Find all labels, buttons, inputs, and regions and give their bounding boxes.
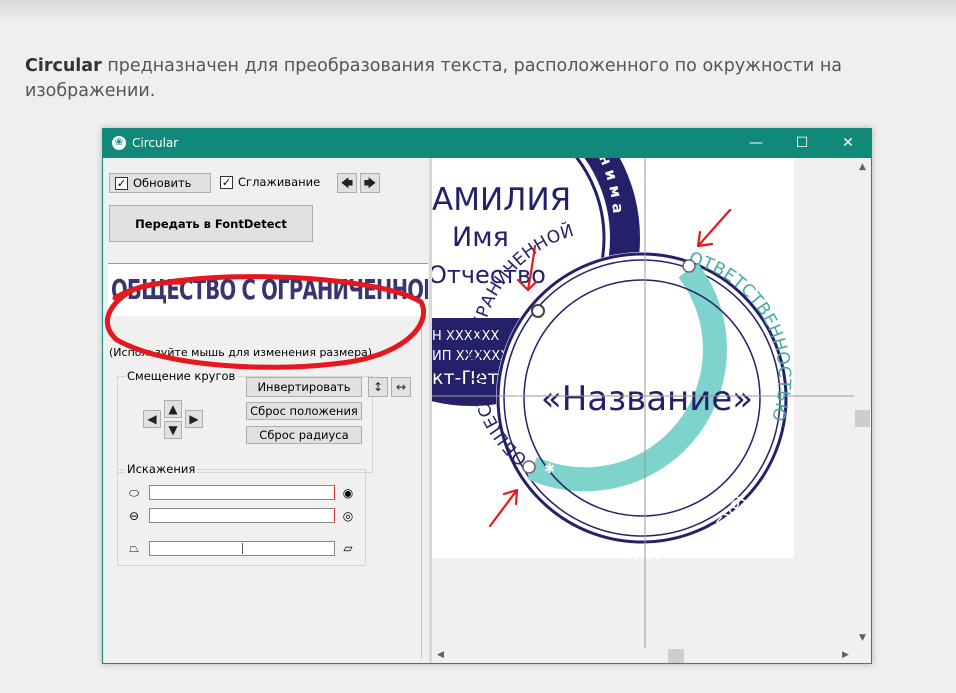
send-to-fontdetect-button[interactable]: Передать в FontDetect [109, 205, 313, 242]
window-title: Circular [132, 136, 179, 150]
horizontal-arrows-icon: ↔ [395, 380, 407, 394]
scroll-down-icon[interactable]: ▼ [854, 633, 871, 643]
minimize-button[interactable]: — [733, 129, 779, 158]
perspective-slider-tick [242, 543, 243, 554]
circle-ring-icon: ◎ [342, 509, 354, 523]
arrow-up-icon: ▲ [168, 402, 178, 416]
reset-radius-button[interactable]: Сброс радиуса [246, 426, 362, 444]
perspective-slider[interactable] [149, 541, 335, 556]
arc-handle-start[interactable] [522, 460, 536, 474]
intro-text: предназначен для преобразования текста, … [25, 56, 843, 101]
circle-offset-title: Смещение кругов [125, 369, 238, 383]
refresh-check-icon: ✓ [115, 176, 128, 190]
intro-paragraph: Circular предназначен для преобразования… [25, 54, 855, 104]
distortion-title: Искажения [125, 462, 198, 476]
circular-window: ❀ Circular — ☐ ✕ ✓ Обновить ✓ Сглаживание… [102, 128, 872, 664]
arrow-left-icon: ◀ [147, 412, 157, 426]
image-canvas[interactable]: АМИЛИЯ Имя Отчество п р и н и м а Н XXXX… [432, 158, 854, 648]
stamp-image: АМИЛИЯ Имя Отчество п р и н и м а Н XXXX… [432, 158, 854, 648]
scroll-right-icon[interactable]: ▶ [837, 650, 854, 660]
maximize-button[interactable]: ☐ [779, 129, 825, 158]
arrow-right-icon: ▶ [189, 412, 199, 426]
vertical-scroll-thumb[interactable] [855, 410, 870, 427]
title-bar[interactable]: ❀ Circular — ☐ ✕ [103, 129, 871, 158]
reset-position-button[interactable]: Сброс положения [246, 402, 362, 420]
vertical-scrollbar[interactable]: ▲ ▼ [854, 158, 871, 648]
refresh-label: Обновить [133, 176, 192, 190]
horizontal-scrollbar[interactable]: ◀ ▶ [432, 648, 854, 663]
refresh-checkbox[interactable]: ✓ Обновить [109, 173, 211, 193]
left-panel: ✓ Обновить ✓ Сглаживание 🡄 🡆 Передать в F… [103, 158, 431, 663]
ellipse-flat-icon: ⊖ [128, 509, 140, 523]
distortion-slider-1[interactable] [149, 485, 335, 500]
next-arrow-button[interactable]: 🡆 [360, 173, 380, 193]
trapezoid-up-icon: ⏢ [129, 541, 139, 555]
app-paw-icon: ❀ [112, 136, 126, 150]
flip-vertical-button[interactable]: ↕ [368, 377, 388, 397]
prev-arrow-button[interactable]: 🡄 [337, 173, 357, 193]
left-panel-divider [421, 328, 422, 659]
move-right-button[interactable]: ▶ [185, 410, 203, 428]
scroll-up-icon[interactable]: ▲ [854, 162, 871, 172]
star-left: ✱ [544, 462, 555, 477]
scroll-left-icon[interactable]: ◀ [432, 650, 449, 660]
back-surname: АМИЛИЯ [432, 182, 571, 218]
smoothing-check-icon: ✓ [220, 176, 233, 189]
arrow-right-icon: 🡆 [363, 176, 377, 190]
back-small-1: Н XXXXXX [432, 329, 499, 344]
flip-horizontal-button[interactable]: ↔ [391, 377, 411, 397]
move-up-button[interactable]: ▲ [164, 400, 182, 418]
move-left-button[interactable]: ◀ [143, 410, 161, 428]
close-button[interactable]: ✕ [825, 129, 871, 158]
page-top-shade [0, 0, 956, 22]
arrow-left-icon: 🡄 [340, 176, 354, 190]
smoothing-checkbox[interactable]: ✓ Сглаживание [220, 175, 320, 189]
circle-thick-icon: ◉ [342, 486, 354, 500]
stamp-center-name: «Название» [541, 379, 753, 419]
back-small-3: кт-Пет [432, 367, 498, 389]
horizontal-scroll-thumb[interactable] [668, 649, 684, 663]
intro-brand: Circular [25, 56, 102, 76]
ellipse-wide-icon: ⬭ [128, 486, 140, 500]
star-right: ✱ [738, 463, 749, 478]
invert-button[interactable]: Инвертировать [246, 377, 362, 397]
move-down-button[interactable]: ▼ [164, 421, 182, 439]
arc-handle-end[interactable] [682, 259, 696, 273]
distortion-slider-2[interactable] [149, 508, 335, 523]
trapezoid-down-icon: ⏥ [343, 541, 353, 555]
vertical-arrows-icon: ↕ [372, 380, 384, 394]
red-annotation-ellipse [105, 274, 427, 370]
arrow-down-icon: ▼ [168, 423, 178, 437]
back-name: Имя [452, 222, 509, 253]
arc-handle-middle[interactable] [531, 304, 545, 318]
smoothing-label: Сглаживание [238, 175, 321, 189]
